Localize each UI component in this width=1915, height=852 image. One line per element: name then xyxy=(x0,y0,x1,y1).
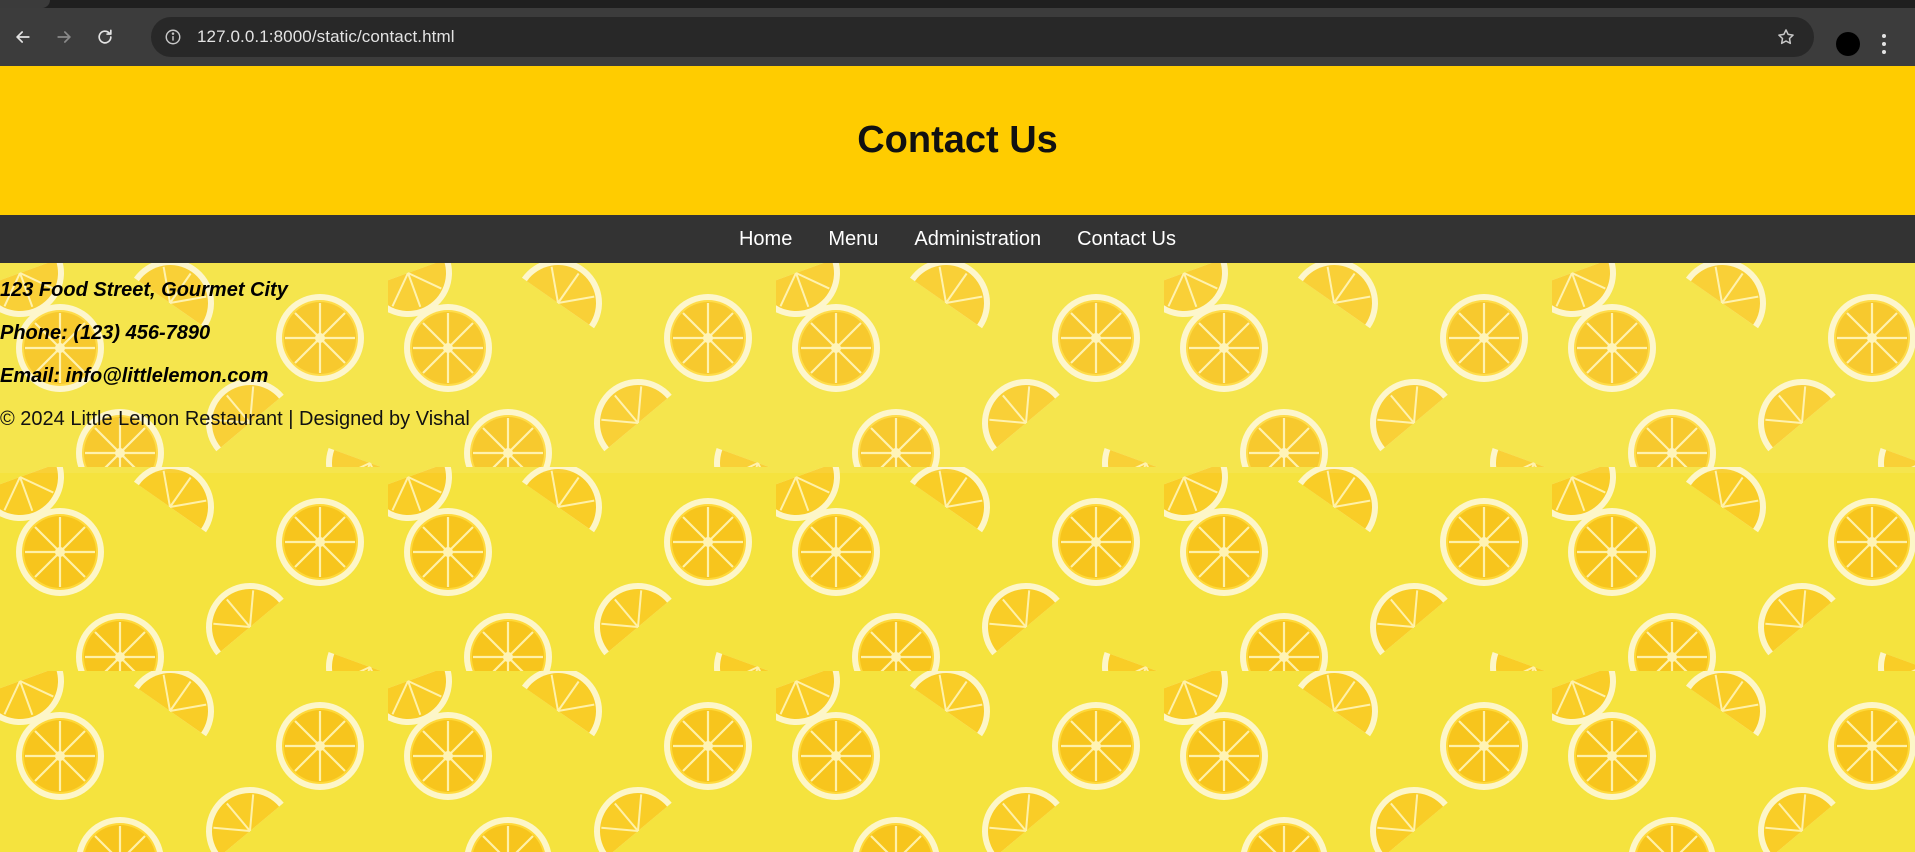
page-viewport: Contact Us Home Menu Administration Cont… xyxy=(0,66,1915,852)
lemon-background-section: 123 Food Street, Gourmet City Phone: (12… xyxy=(0,263,1915,852)
address-bar[interactable]: 127.0.0.1:8000/static/contact.html xyxy=(151,17,1814,57)
arrow-left-icon xyxy=(16,31,30,43)
page-title: Contact Us xyxy=(857,119,1058,161)
footer-copyright: © 2024 Little Lemon Restaurant | Designe… xyxy=(0,408,470,430)
site-navigation: Home Menu Administration Contact Us xyxy=(0,215,1915,263)
browser-tabstrip xyxy=(0,0,1915,8)
reload-icon xyxy=(98,29,112,44)
reload-button[interactable] xyxy=(87,19,123,55)
arrow-right-icon xyxy=(57,31,71,43)
page-header: Contact Us xyxy=(0,66,1915,215)
forward-button[interactable] xyxy=(46,19,82,55)
nav-link-home[interactable]: Home xyxy=(739,228,792,251)
contact-phone: Phone: (123) 456-7890 xyxy=(0,322,211,344)
nav-link-administration[interactable]: Administration xyxy=(914,228,1041,251)
kebab-menu-icon[interactable] xyxy=(1882,34,1886,54)
browser-toolbar: 127.0.0.1:8000/static/contact.html xyxy=(0,8,1915,66)
active-tab-edge[interactable] xyxy=(0,0,50,8)
lemon-slices-pattern xyxy=(0,263,1915,852)
back-button[interactable] xyxy=(5,19,41,55)
nav-link-menu[interactable]: Menu xyxy=(828,228,878,251)
url-text[interactable]: 127.0.0.1:8000/static/contact.html xyxy=(197,27,455,47)
info-icon[interactable] xyxy=(164,28,182,46)
nav-link-contact-us[interactable]: Contact Us xyxy=(1077,228,1176,251)
profile-avatar[interactable] xyxy=(1836,32,1860,56)
star-icon[interactable] xyxy=(1776,27,1796,47)
contact-email: Email: info@littlelemon.com xyxy=(0,365,269,387)
contact-address: 123 Food Street, Gourmet City xyxy=(0,279,288,301)
